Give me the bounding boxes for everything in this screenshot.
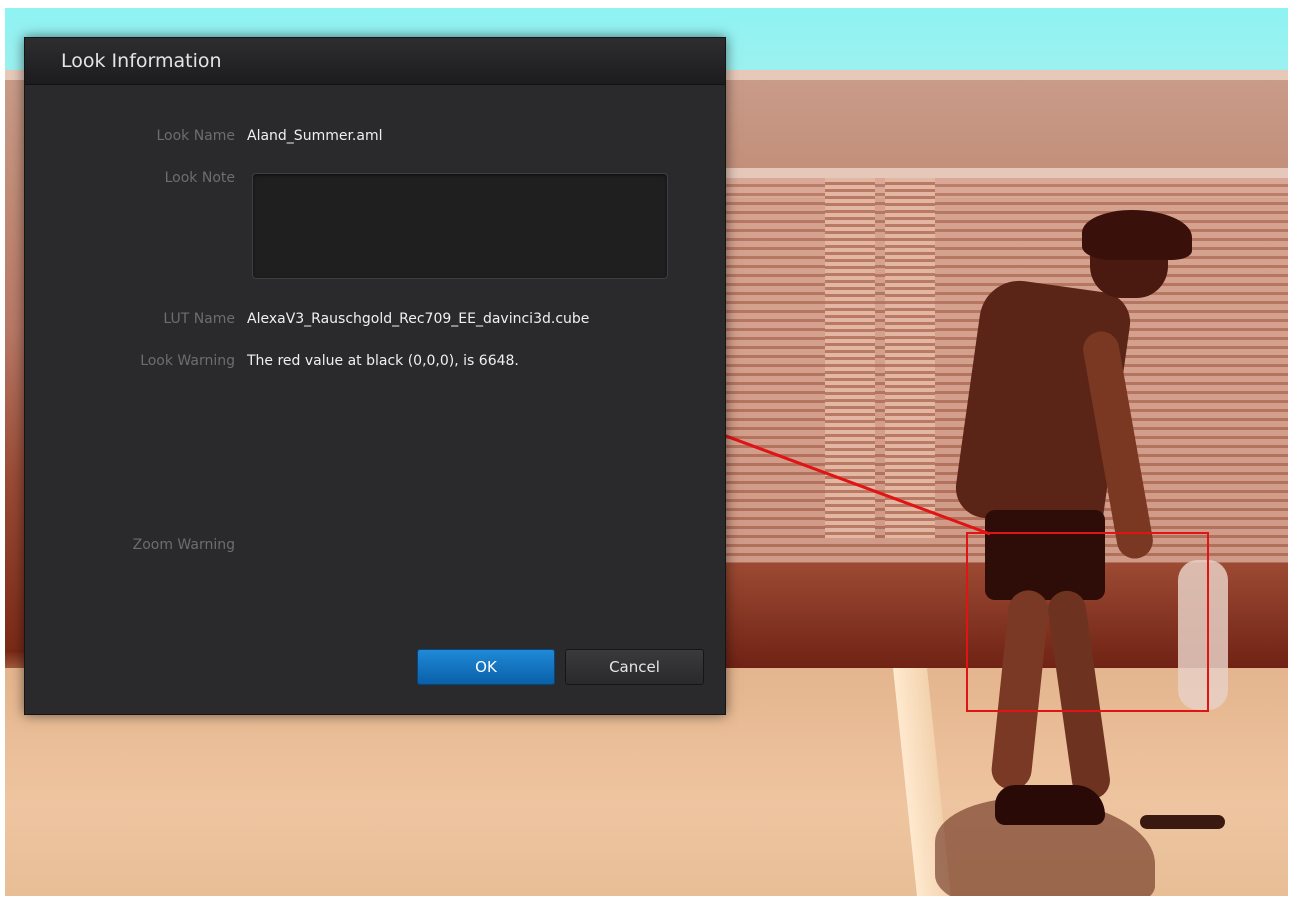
- facade-panel: [825, 178, 875, 538]
- look-warning-label: Look Warning: [140, 353, 235, 369]
- look-note-label: Look Note: [164, 170, 235, 186]
- lut-name-value: AlexaV3_Rauschgold_Rec709_EE_davinci3d.c…: [247, 311, 590, 327]
- zoom-warning-label: Zoom Warning: [132, 537, 235, 553]
- cancel-button[interactable]: Cancel: [565, 649, 704, 685]
- look-name-label: Look Name: [156, 128, 235, 144]
- dialog-title: Look Information: [25, 38, 725, 85]
- ok-button[interactable]: OK: [417, 649, 555, 685]
- skateboard: [1140, 815, 1225, 829]
- facade-panel: [885, 178, 935, 538]
- look-information-dialog: Look Information Look Name Aland_Summer.…: [24, 37, 726, 715]
- lut-name-label: LUT Name: [163, 311, 235, 327]
- look-name-value: Aland_Summer.aml: [247, 128, 383, 144]
- look-note-field[interactable]: [252, 173, 668, 279]
- look-warning-value: The red value at black (0,0,0), is 6648.: [247, 353, 519, 369]
- annotation-highlight-box: [966, 532, 1209, 712]
- skater-cap: [1082, 210, 1192, 260]
- skater-shoe: [995, 785, 1105, 825]
